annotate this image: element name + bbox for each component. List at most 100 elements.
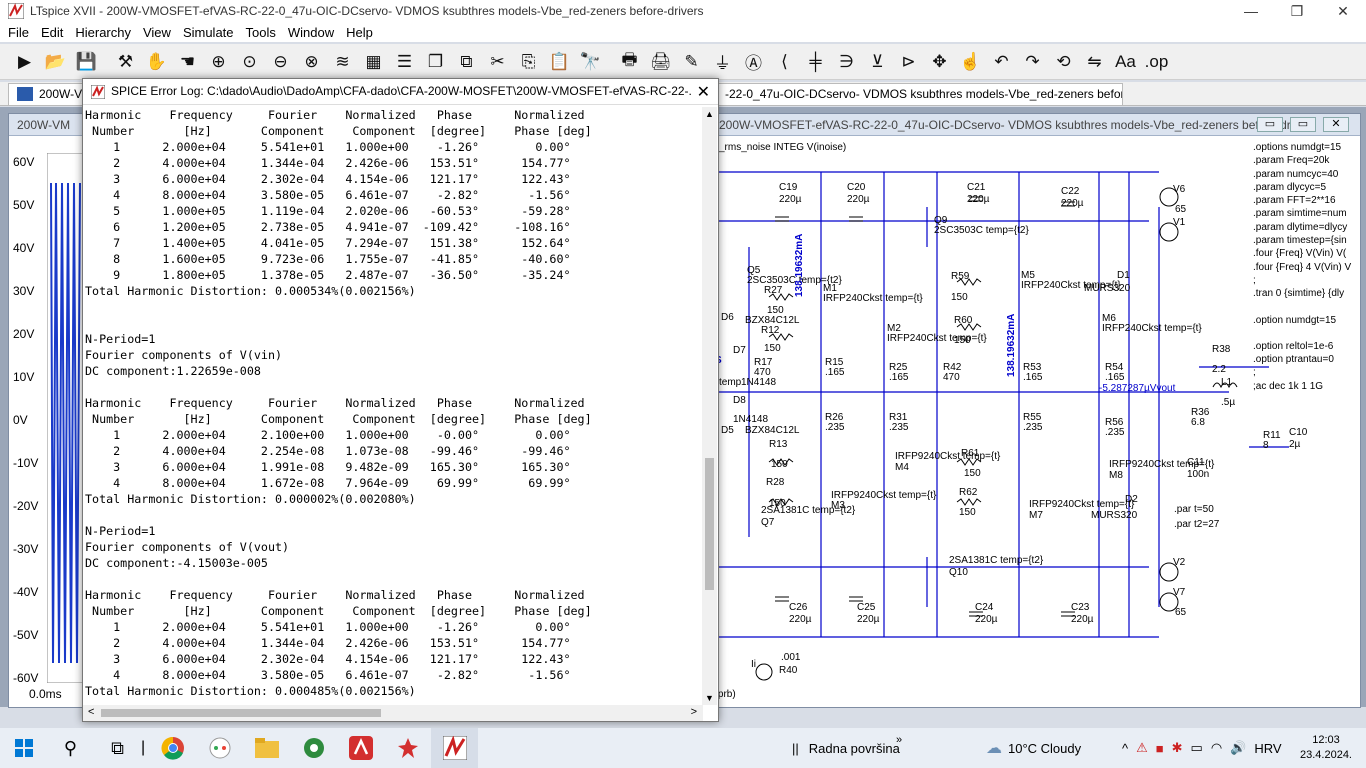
directive: .four {Freq} V(Vin) V( <box>1253 248 1347 260</box>
undo-icon[interactable]: ↶ <box>987 48 1016 76</box>
menu-view[interactable]: View <box>137 25 177 40</box>
scroll-left-icon[interactable]: < <box>88 706 94 718</box>
volume-icon[interactable]: 🔊 <box>1230 740 1246 756</box>
tray-app-icon-2[interactable]: ✱ <box>1172 740 1183 756</box>
tile-vertical-icon[interactable]: ⧉ <box>452 48 481 76</box>
y-tick-m30: -30V <box>13 542 39 556</box>
maximize-button[interactable]: ❐ <box>1274 0 1320 22</box>
tray-chevron[interactable]: ^ <box>1122 741 1128 756</box>
cancel-zoom-icon[interactable]: ⊗ <box>297 48 326 76</box>
tab-waveform[interactable]: 200W-VMO <box>8 83 84 105</box>
search-icon[interactable]: ⚲ <box>47 728 94 768</box>
menu-simulate[interactable]: Simulate <box>177 25 240 40</box>
print-setup-icon[interactable]: 🖨 <box>646 48 675 76</box>
d8-label: D8 <box>733 395 746 406</box>
menu-tools[interactable]: Tools <box>240 25 282 40</box>
text-icon[interactable]: Aa <box>1111 48 1140 76</box>
find-icon[interactable]: 🔭 <box>576 48 605 76</box>
zoom-out-icon[interactable]: ⊖ <box>266 48 295 76</box>
menu-hierarchy[interactable]: Hierarchy <box>69 25 137 40</box>
draw-grid-icon[interactable]: ▦ <box>359 48 388 76</box>
start-icon[interactable] <box>0 728 47 768</box>
title-bar: LTspice XVII - 200W-VMOSFET-efVAS-RC-22-… <box>0 0 1366 22</box>
schematic-maximize-button[interactable]: ▭ <box>1290 117 1316 132</box>
error-log-title-bar[interactable]: SPICE Error Log: C:\dado\Audio\DadoAmp\C… <box>83 79 718 105</box>
ltspice-icon[interactable] <box>431 728 478 768</box>
pencil-icon[interactable]: ✎ <box>677 48 706 76</box>
app-red-a-icon[interactable] <box>337 728 384 768</box>
schematic-close-button[interactable]: ✕ <box>1323 117 1349 132</box>
mirror-icon[interactable]: ⇋ <box>1080 48 1109 76</box>
close-button[interactable]: ✕ <box>1320 0 1366 22</box>
save-icon[interactable]: 💾 <box>72 48 101 76</box>
language-indicator[interactable]: HRV <box>1254 741 1281 756</box>
paste-icon[interactable]: 📋 <box>545 48 574 76</box>
spice-directives[interactable]: .options numdgt=15 .param Freq=20k .para… <box>1253 141 1358 393</box>
directive: .param simtime=num <box>1253 208 1347 220</box>
open-icon[interactable]: 📂 <box>41 48 70 76</box>
autorange-icon[interactable]: ≋ <box>328 48 357 76</box>
clock[interactable]: 12:03 23.4.2024. <box>1300 728 1352 768</box>
menu-help[interactable]: Help <box>340 25 379 40</box>
zoom-in-icon[interactable]: ⊕ <box>204 48 233 76</box>
wire-icon[interactable]: ⟨ <box>770 48 799 76</box>
inductor-icon[interactable]: ∋ <box>832 48 861 76</box>
capacitor-icon[interactable]: ╪ <box>801 48 830 76</box>
scroll-right-icon[interactable]: > <box>691 706 697 718</box>
weather-widget[interactable]: ☁ 10°C Cloudy <box>986 728 1081 768</box>
ground-icon[interactable]: ⏚ <box>708 48 737 76</box>
copy-icon[interactable]: ⎘ <box>514 48 543 76</box>
scroll-down-icon[interactable]: ▼ <box>705 693 714 703</box>
spice-error-log-window: SPICE Error Log: C:\dado\Audio\DadoAmp\C… <box>82 78 719 722</box>
rotate-icon[interactable]: ⟲ <box>1049 48 1078 76</box>
label-net-icon[interactable]: Ⓐ <box>739 48 768 76</box>
vertical-scrollbar[interactable]: ▲ ▼ <box>702 107 717 705</box>
drag-icon[interactable]: ☝ <box>956 48 985 76</box>
desktop-toolbar[interactable]: || Radna površina <box>792 728 900 768</box>
error-log-close-button[interactable]: ✕ <box>697 82 710 102</box>
tab-schematic[interactable]: -22-0_47u-OIC-DCservo- VDMOS ksubthres m… <box>718 83 1123 105</box>
meet-icon[interactable] <box>196 728 243 768</box>
app-green-icon[interactable] <box>290 728 337 768</box>
wifi-icon[interactable]: ◠ <box>1211 740 1222 756</box>
cut-icon[interactable]: ✂ <box>483 48 512 76</box>
minimize-button[interactable]: — <box>1228 0 1274 22</box>
cascade-icon[interactable]: ❐ <box>421 48 450 76</box>
halt-icon[interactable]: ✋ <box>142 48 171 76</box>
chrome-icon[interactable] <box>149 728 196 768</box>
r59-label: R59 <box>951 271 970 282</box>
menu-file[interactable]: File <box>2 25 35 40</box>
horizontal-scrollbar[interactable]: < > <box>83 705 703 721</box>
directive: ;ac dec 1k 1 1G <box>1253 380 1324 392</box>
vertical-scroll-thumb[interactable] <box>705 458 714 590</box>
error-log-text[interactable]: Harmonic Frequency Fourier Normalized Ph… <box>85 107 700 705</box>
schematic-minimize-button[interactable]: ▭ <box>1257 117 1283 132</box>
file-explorer-icon[interactable] <box>243 728 290 768</box>
pan-icon[interactable]: ☚ <box>173 48 202 76</box>
print-icon[interactable]: 🖶 <box>615 48 644 76</box>
directive: .param dlytime=dlycy <box>1253 221 1348 233</box>
network-status-icon[interactable]: ⚠ <box>1136 740 1148 756</box>
component-icon[interactable]: ⊳ <box>894 48 923 76</box>
tray-app-icon[interactable]: ■ <box>1156 741 1164 756</box>
menu-edit[interactable]: Edit <box>35 25 69 40</box>
app-redbug-icon[interactable] <box>384 728 431 768</box>
r11-value: 8 <box>1263 440 1269 451</box>
horizontal-scroll-thumb[interactable] <box>101 709 381 717</box>
task-view-icon[interactable]: ⧉ <box>94 728 141 768</box>
toolbar-chevron[interactable]: » <box>896 720 902 760</box>
redo-icon[interactable]: ↷ <box>1018 48 1047 76</box>
run-icon[interactable]: ▶ <box>10 48 39 76</box>
d1n4148-label-2: 1N4148 <box>733 414 769 425</box>
move-icon[interactable]: ✥ <box>925 48 954 76</box>
d2-label: D2 <box>1125 494 1138 505</box>
scroll-up-icon[interactable]: ▲ <box>705 109 714 119</box>
spice-directive-icon[interactable]: .op <box>1142 48 1171 76</box>
tile-horizontal-icon[interactable]: ☰ <box>390 48 419 76</box>
error-log-title: SPICE Error Log: C:\dado\Audio\DadoAmp\C… <box>111 84 691 98</box>
zoom-full-icon[interactable]: ⊙ <box>235 48 264 76</box>
menu-window[interactable]: Window <box>282 25 340 40</box>
diode-icon[interactable]: ⊻ <box>863 48 892 76</box>
control-panel-icon[interactable]: ⚒ <box>111 48 140 76</box>
battery-icon[interactable]: ▭ <box>1191 740 1203 756</box>
